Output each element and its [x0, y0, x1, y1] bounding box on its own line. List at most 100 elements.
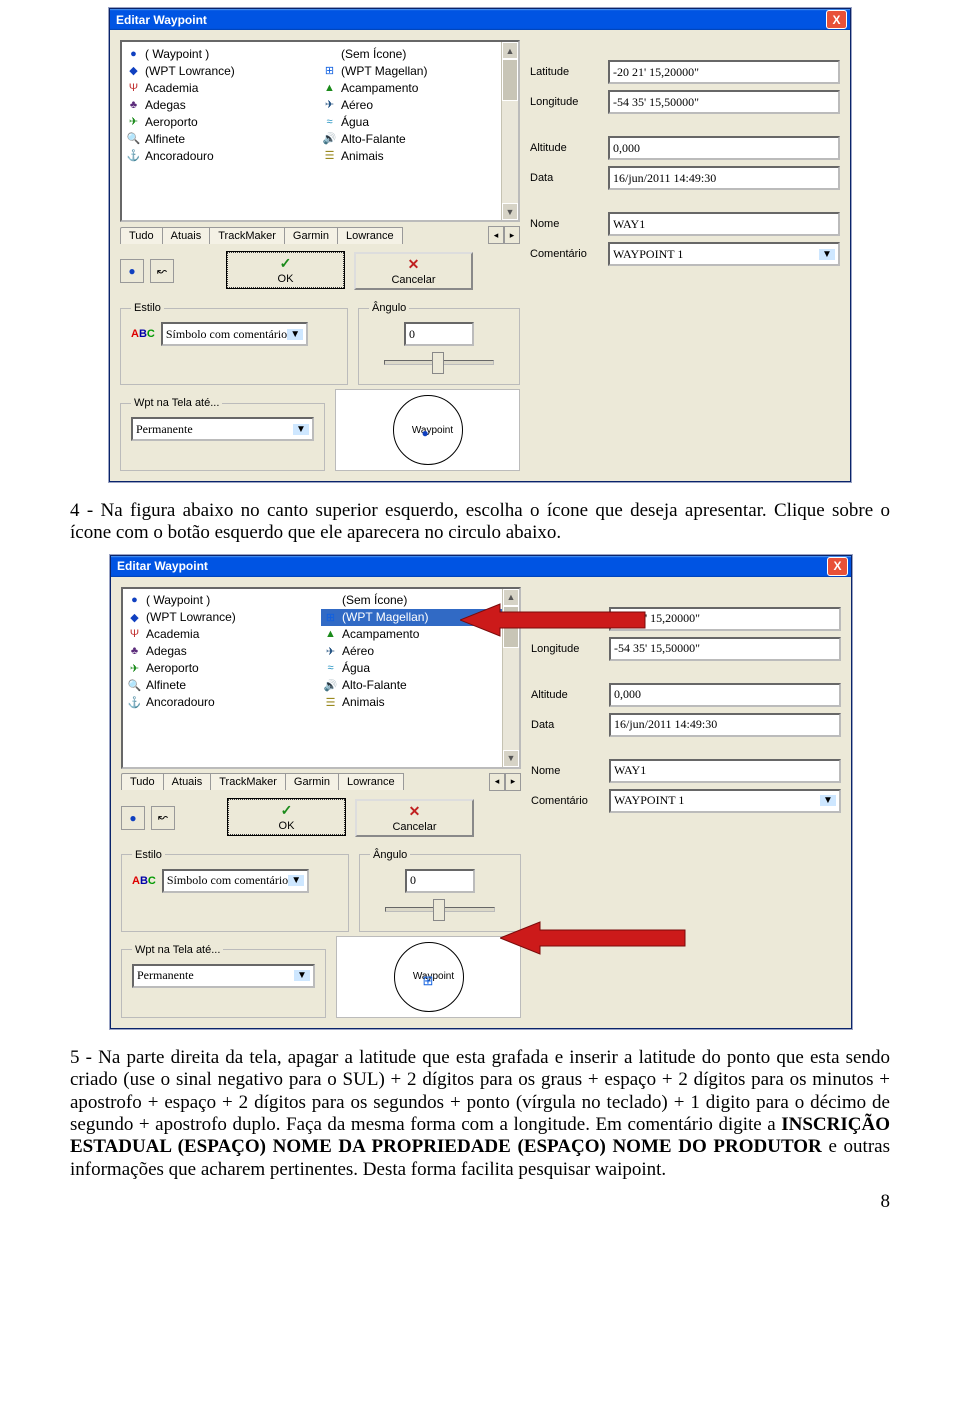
- tab-scroll-right-icon[interactable]: ▸: [505, 773, 521, 791]
- estilo-group: Estilo ABC Símbolo com comentário ▼: [121, 849, 349, 932]
- icon-item[interactable]: ▲Acampamento: [320, 79, 516, 96]
- icon-item[interactable]: ☰Animais: [320, 147, 516, 164]
- check-icon: ✓: [280, 255, 292, 272]
- style-icon: ABC: [131, 328, 155, 340]
- tab-garmin[interactable]: Garmin: [284, 227, 338, 244]
- icon-item[interactable]: ≈Água: [320, 113, 516, 130]
- icon-item[interactable]: ΨAcademia: [125, 626, 321, 643]
- icon-item[interactable]: ⊞(WPT Magellan): [320, 62, 516, 79]
- paste-button[interactable]: ↜: [151, 806, 175, 830]
- nome-input[interactable]: [609, 759, 841, 783]
- icon-item[interactable]: ✈Aéreo: [321, 643, 517, 660]
- tab-lowrance[interactable]: Lowrance: [337, 227, 403, 244]
- icon-item[interactable]: ◆(WPT Lowrance): [125, 609, 321, 626]
- tab-scroll-left-icon[interactable]: ◂: [489, 773, 505, 791]
- icon-item[interactable]: ◆(WPT Lowrance): [124, 62, 320, 79]
- ok-button[interactable]: ✓ OK: [228, 799, 345, 835]
- close-button[interactable]: X: [826, 10, 847, 29]
- wpt-combo[interactable]: Permanente ▼: [131, 417, 314, 441]
- tab-atuais[interactable]: Atuais: [162, 227, 211, 244]
- dialog-title: Editar Waypoint: [117, 559, 208, 573]
- tab-tudo[interactable]: Tudo: [120, 227, 163, 244]
- icon-item[interactable]: ≈Água: [321, 660, 517, 677]
- data-input[interactable]: [609, 713, 841, 737]
- icon-item[interactable]: ☰Animais: [321, 694, 517, 711]
- cancel-label: Cancelar: [391, 274, 435, 286]
- scroll-down-icon[interactable]: ▼: [503, 750, 519, 767]
- comentario-label: Comentário: [531, 795, 603, 807]
- tab-trackmaker[interactable]: TrackMaker: [210, 773, 286, 790]
- ok-button[interactable]: ✓ OK: [227, 252, 344, 288]
- data-input[interactable]: [608, 166, 840, 190]
- scroll-up-icon[interactable]: ▲: [502, 42, 518, 59]
- close-button[interactable]: X: [827, 557, 848, 576]
- comentario-combo[interactable]: WAYPOINT 1 ▼: [609, 789, 841, 813]
- cancel-button[interactable]: ✕ Cancelar: [355, 799, 474, 837]
- altitude-input[interactable]: [608, 136, 840, 160]
- comentario-combo[interactable]: WAYPOINT 1 ▼: [608, 242, 840, 266]
- icon-item[interactable]: ♣Adegas: [124, 96, 320, 113]
- icon-item[interactable]: ⚓Ancoradouro: [125, 694, 321, 711]
- angulo-legend: Ângulo: [370, 849, 410, 861]
- scroll-thumb[interactable]: [502, 59, 518, 101]
- wpt-legend: Wpt na Tela até...: [131, 397, 222, 409]
- icon-item[interactable]: (Sem Ícone): [320, 45, 516, 62]
- check-icon: ✓: [281, 802, 293, 819]
- comentario-value: WAYPOINT 1: [614, 793, 684, 808]
- scrollbar[interactable]: ▲ ▼: [501, 42, 518, 220]
- estilo-combo[interactable]: Símbolo com comentário ▼: [161, 322, 308, 346]
- icon-item[interactable]: 🔍Alfinete: [124, 130, 320, 147]
- preview-pane: ● Waypoint: [335, 389, 520, 471]
- cancel-button[interactable]: ✕ Cancelar: [354, 252, 473, 290]
- tab-garmin[interactable]: Garmin: [285, 773, 339, 790]
- longitude-input[interactable]: [608, 90, 840, 114]
- altitude-input[interactable]: [609, 683, 841, 707]
- tab-scroll-left-icon[interactable]: ◂: [488, 226, 504, 244]
- tab-atuais[interactable]: Atuais: [163, 773, 212, 790]
- nome-input[interactable]: [608, 212, 840, 236]
- preview-dot-icon: ⊞: [423, 973, 434, 989]
- tab-tudo[interactable]: Tudo: [121, 773, 164, 790]
- tab-trackmaker[interactable]: TrackMaker: [209, 227, 285, 244]
- icon-item[interactable]: ♣Adegas: [125, 643, 321, 660]
- style-icon: ABC: [132, 875, 156, 887]
- tab-scroll-right-icon[interactable]: ▸: [504, 226, 520, 244]
- icon-item[interactable]: 🔍Alfinete: [125, 677, 321, 694]
- scroll-down-icon[interactable]: ▼: [502, 203, 518, 220]
- ok-label: OK: [279, 820, 295, 832]
- tab-lowrance[interactable]: Lowrance: [338, 773, 404, 790]
- icon-item[interactable]: 🔊Alto-Falante: [320, 130, 516, 147]
- estilo-combo[interactable]: Símbolo com comentário ▼: [162, 869, 309, 893]
- angulo-input[interactable]: [405, 869, 475, 893]
- icon-item[interactable]: ✈Aeroporto: [125, 660, 321, 677]
- paste-button[interactable]: ↜: [150, 259, 174, 283]
- longitude-input[interactable]: [609, 637, 841, 661]
- nome-label: Nome: [530, 218, 602, 230]
- longitude-label: Longitude: [530, 96, 602, 108]
- titlebar: Editar Waypoint X: [111, 556, 851, 577]
- waypoint-icon-button[interactable]: ●: [120, 259, 144, 283]
- arrow-icon-bottom: [500, 918, 690, 958]
- icon-tabs: Tudo Atuais TrackMaker Garmin Lowrance ◂…: [121, 773, 521, 791]
- latitude-input[interactable]: [608, 60, 840, 84]
- icon-item[interactable]: ●( Waypoint ): [124, 45, 320, 62]
- longitude-label: Longitude: [531, 643, 603, 655]
- icon-picker[interactable]: ●( Waypoint )(Sem Ícone)◆(WPT Lowrance)⊞…: [120, 40, 520, 222]
- wpt-combo[interactable]: Permanente ▼: [132, 964, 315, 988]
- icon-item[interactable]: ✈Aéreo: [320, 96, 516, 113]
- arrow-icon-top: [460, 600, 650, 640]
- waypoint-icon-button[interactable]: ●: [121, 806, 145, 830]
- angulo-input[interactable]: [404, 322, 474, 346]
- nome-label: Nome: [531, 765, 603, 777]
- angulo-slider[interactable]: [384, 350, 494, 374]
- estilo-legend: Estilo: [131, 302, 164, 314]
- angulo-slider[interactable]: [385, 897, 495, 921]
- preview-label: Waypoint: [412, 425, 453, 436]
- chevron-down-icon: ▼: [820, 795, 836, 806]
- icon-item[interactable]: ⚓Ancoradouro: [124, 147, 320, 164]
- icon-item[interactable]: ✈Aeroporto: [124, 113, 320, 130]
- icon-item[interactable]: ●( Waypoint ): [125, 592, 321, 609]
- preview-label: Waypoint: [413, 971, 454, 982]
- icon-item[interactable]: ΨAcademia: [124, 79, 320, 96]
- icon-item[interactable]: 🔊Alto-Falante: [321, 677, 517, 694]
